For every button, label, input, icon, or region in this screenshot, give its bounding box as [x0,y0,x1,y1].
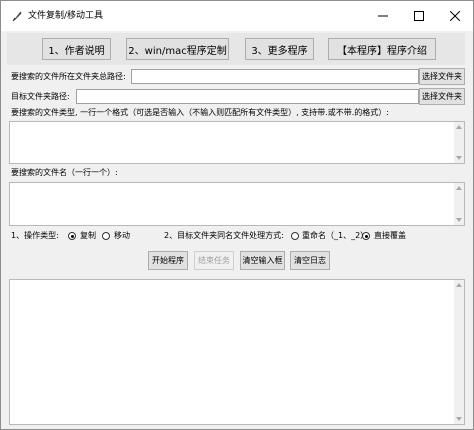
custom-program-button[interactable]: 2、win/mac程序定制 [126,38,229,60]
file-types-label: 要搜索的文件类型, 一行一个格式（可选是否输入（不输入则匹配所有文件类型）, 支… [11,108,389,117]
operation-move-radio[interactable] [102,232,110,240]
target-dir-input[interactable] [76,89,419,104]
target-dir-browse-button[interactable]: 选择文件夹 [419,88,465,105]
operation-copy-label[interactable]: 复制 [80,231,96,241]
maximize-icon [414,11,424,21]
close-button[interactable] [437,1,473,31]
source-dir-browse-button[interactable]: 选择文件夹 [419,68,465,85]
file-names-textarea[interactable] [9,182,465,226]
file-types-textarea[interactable] [9,121,465,164]
log-output[interactable] [9,279,465,425]
app-window: 文件复制/移动工具 1、作者说明 2、win/mac程序定制 3、更多程序 【本… [0,0,474,430]
file-names-scrollbar[interactable] [454,183,464,225]
title-bar: 文件复制/移动工具 [1,1,473,31]
close-icon [450,11,460,21]
program-intro-button[interactable]: 【本程序】程序介绍 [328,38,436,60]
scroll-up-icon[interactable] [456,283,462,287]
author-info-button[interactable]: 1、作者说明 [42,38,111,60]
more-programs-button[interactable]: 3、更多程序 [245,38,314,60]
operation-type-label: 1、操作类型: [11,231,59,240]
source-dir-input[interactable] [131,69,419,84]
top-button-bar: 1、作者说明 2、win/mac程序定制 3、更多程序 【本程序】程序介绍 [7,33,465,65]
scroll-up-icon[interactable] [456,125,462,129]
clear-input-button[interactable]: 清空输入框 [240,251,285,270]
scroll-down-icon[interactable] [456,417,462,421]
log-scrollbar[interactable] [454,280,464,424]
conflict-overwrite-radio[interactable] [362,232,370,240]
stop-button[interactable]: 结束任务 [194,251,234,270]
start-button[interactable]: 开始程序 [148,251,188,270]
conflict-mode-label: 2、目标文件夹同名文件处理方式: [164,231,284,240]
minimize-icon [378,15,388,17]
file-names-label: 要搜索的文件名（一行一个）: [11,168,118,177]
scroll-up-icon[interactable] [456,186,462,190]
scroll-down-icon[interactable] [456,218,462,222]
clear-log-button[interactable]: 清空日志 [290,251,330,270]
source-dir-label: 要搜索的文件所在文件夹总路径: [11,72,126,81]
minimize-button[interactable] [365,1,401,31]
file-types-scrollbar[interactable] [454,122,464,163]
target-dir-label: 目标文件夹路径: [11,92,70,101]
window-title: 文件复制/移动工具 [28,11,104,21]
conflict-overwrite-label[interactable]: 直接覆盖 [374,231,406,241]
scroll-down-icon[interactable] [456,156,462,160]
feather-icon [12,11,22,22]
operation-copy-radio[interactable] [68,232,76,240]
conflict-rename-radio[interactable] [291,232,299,240]
conflict-rename-label[interactable]: 重命名（_1、_2） [302,231,368,241]
operation-move-label[interactable]: 移动 [114,231,130,241]
maximize-button[interactable] [401,1,437,31]
